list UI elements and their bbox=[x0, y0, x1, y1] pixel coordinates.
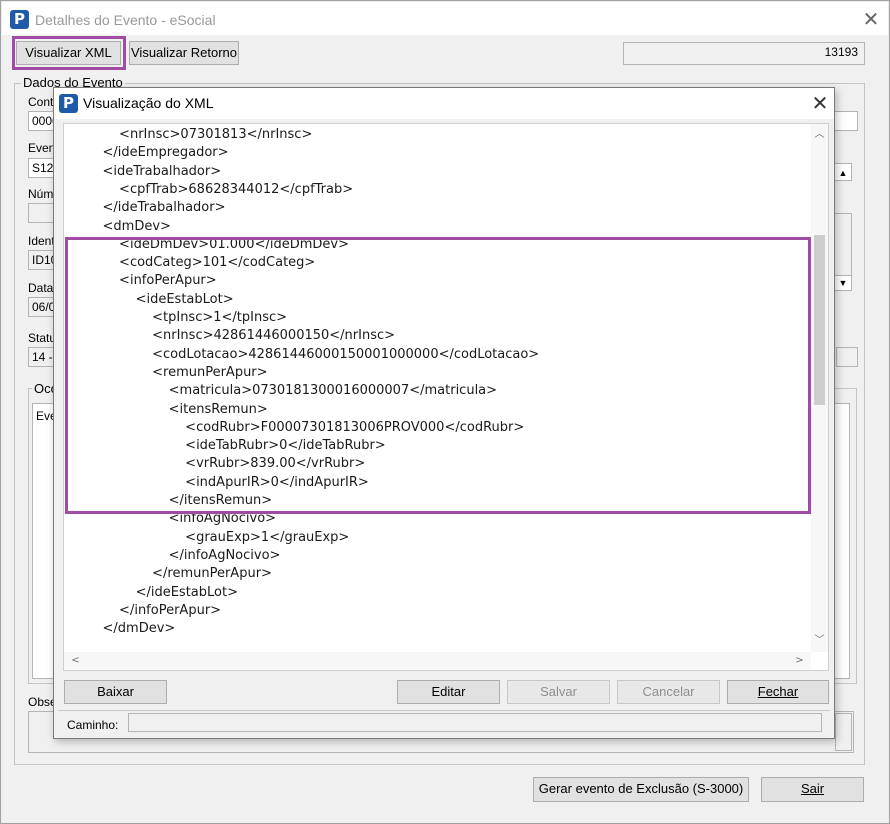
data-label: Data bbox=[28, 281, 54, 295]
xml-dialog-titlebar: P Visualização do XML ✕ bbox=[54, 88, 834, 119]
event-counter-field: 13193 bbox=[623, 42, 865, 65]
evento-scroll-up-icon[interactable]: ▲ bbox=[834, 163, 852, 181]
xml-line: </ideEmpregador> bbox=[86, 145, 229, 161]
scroll-right-icon[interactable]: > bbox=[791, 654, 808, 668]
evento-scroll-down-icon[interactable]: ▼ bbox=[834, 275, 852, 291]
baixar-button[interactable]: Baixar bbox=[64, 680, 167, 704]
xml-line: </dmDev> bbox=[86, 621, 176, 637]
xml-line: </remunPerApur> bbox=[86, 566, 272, 582]
xml-line: <ideTrabalhador> bbox=[86, 163, 222, 179]
app-logo-icon: P bbox=[59, 94, 78, 113]
gerar-exclusao-button[interactable]: Gerar evento de Exclusão (S-3000) bbox=[533, 777, 749, 802]
fechar-button[interactable]: Fechar bbox=[727, 680, 829, 704]
xml-line: </ideTrabalhador> bbox=[86, 200, 226, 216]
xml-line: <dmDev> bbox=[86, 218, 171, 234]
identificador-label: Ident bbox=[28, 234, 55, 248]
main-titlebar: P Detalhes do Evento - eSocial ✕ bbox=[2, 2, 888, 35]
sair-button[interactable]: Sair bbox=[761, 777, 864, 802]
xml-vertical-scroll-thumb[interactable] bbox=[814, 235, 825, 405]
xml-dialog: P Visualização do XML ✕ <nrInsc>07301813… bbox=[53, 87, 835, 739]
xml-line: <nrInsc>07301813</nrInsc> bbox=[86, 127, 313, 142]
evento-label: Even bbox=[28, 141, 56, 155]
status-label: Statu bbox=[28, 331, 57, 345]
status-field-right bbox=[836, 347, 858, 367]
xml-line: <grauExp>1</grauExp> bbox=[86, 529, 350, 545]
xml-highlight-box bbox=[65, 237, 811, 514]
editar-button[interactable]: Editar bbox=[397, 680, 500, 704]
scroll-down-icon[interactable]: ﹀ bbox=[811, 634, 828, 648]
xml-line: <cpfTrab>68628344012</cpfTrab> bbox=[86, 181, 354, 197]
scroll-up-icon[interactable]: ︿ bbox=[811, 128, 828, 142]
caminho-label: Caminho: bbox=[67, 718, 119, 732]
dialog-separator bbox=[58, 710, 830, 711]
window-title: Detalhes do Evento - eSocial bbox=[35, 12, 216, 28]
observacao-scrollbar[interactable] bbox=[835, 713, 852, 751]
close-icon[interactable]: ✕ bbox=[808, 92, 832, 116]
close-icon[interactable]: ✕ bbox=[859, 8, 883, 32]
xml-content-area[interactable]: <nrInsc>07301813</nrInsc> </ideEmpregado… bbox=[63, 123, 829, 671]
evento-scrollbar[interactable] bbox=[834, 213, 852, 277]
cancelar-button[interactable]: Cancelar bbox=[617, 680, 720, 704]
xml-line: </ideEstabLot> bbox=[86, 584, 238, 600]
visualizar-xml-button[interactable]: Visualizar XML bbox=[16, 41, 121, 65]
app-logo-icon: P bbox=[10, 10, 29, 29]
xml-dialog-title: Visualização do XML bbox=[83, 95, 214, 111]
salvar-button[interactable]: Salvar bbox=[507, 680, 610, 704]
xml-horizontal-scrollbar[interactable]: < > bbox=[64, 652, 811, 670]
xml-line: </infoPerApur> bbox=[86, 602, 222, 618]
xml-line: </infoAgNocivo> bbox=[86, 547, 281, 563]
scroll-left-icon[interactable]: < bbox=[67, 654, 84, 668]
xml-vertical-scrollbar[interactable]: ︿ ﹀ bbox=[811, 124, 828, 652]
caminho-field bbox=[128, 713, 822, 732]
visualizar-retorno-button[interactable]: Visualizar Retorno bbox=[129, 41, 239, 65]
